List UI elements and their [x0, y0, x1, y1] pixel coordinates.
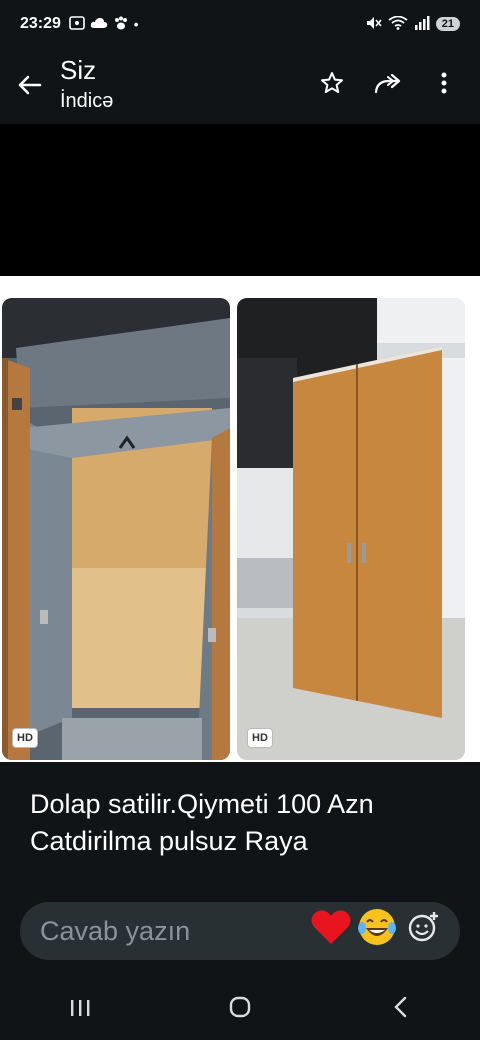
hd-badge: HD [12, 728, 38, 748]
home-icon [229, 996, 251, 1025]
dot-icon: • [133, 16, 139, 32]
status-caption: Dolap satilir.Qiymeti 100 Azn Catdirilma… [30, 786, 460, 860]
media-top-band [0, 124, 480, 276]
laugh-reaction-button[interactable] [354, 908, 400, 954]
more-vert-icon [441, 72, 447, 101]
signal-icon [414, 15, 430, 33]
chat-subtitle: İndicə [60, 90, 114, 112]
more-options-button[interactable] [426, 68, 462, 104]
heart-icon [310, 908, 352, 955]
cloud-icon [90, 17, 108, 32]
wifi-icon [388, 15, 408, 33]
paw-icon [113, 16, 129, 33]
home-button[interactable] [210, 986, 270, 1034]
emoji-add-icon [407, 911, 439, 952]
forward-button[interactable] [370, 68, 406, 104]
arrow-left-icon [18, 71, 42, 102]
photo-open-wardrobe[interactable]: HD [2, 298, 230, 760]
recent-apps-icon [69, 996, 91, 1024]
status-time: 23:29 [20, 15, 61, 32]
media-image[interactable]: HD HD [0, 276, 480, 762]
mute-icon [366, 16, 382, 33]
back-button[interactable] [0, 56, 60, 116]
recent-apps-button[interactable] [50, 986, 110, 1034]
chat-title: Siz [60, 55, 97, 85]
story-header: Siz İndicə [0, 48, 480, 124]
screenshot-icon [69, 15, 85, 33]
photo-closed-wardrobe[interactable]: HD [237, 298, 465, 760]
nav-back-button[interactable] [370, 986, 430, 1034]
system-nav-bar [0, 980, 480, 1040]
laugh-cry-emoji-icon [356, 906, 398, 957]
add-emoji-button[interactable] [400, 908, 446, 954]
forward-icon [374, 72, 402, 101]
heart-reaction-button[interactable] [308, 908, 354, 954]
status-bar: 23:29 • 21 [0, 0, 480, 48]
star-button[interactable] [314, 68, 350, 104]
caption-line: Dolap satilir.Qiymeti 100 Azn [30, 789, 374, 819]
hd-badge: HD [247, 728, 273, 748]
star-icon [320, 71, 344, 102]
battery-indicator: 21 [435, 17, 460, 31]
caption-line: Catdirilma pulsuz Raya [30, 826, 308, 856]
reply-input[interactable]: Cavab yazın [40, 916, 308, 947]
reply-bar[interactable]: Cavab yazın [20, 902, 460, 960]
chevron-left-icon [393, 996, 407, 1025]
